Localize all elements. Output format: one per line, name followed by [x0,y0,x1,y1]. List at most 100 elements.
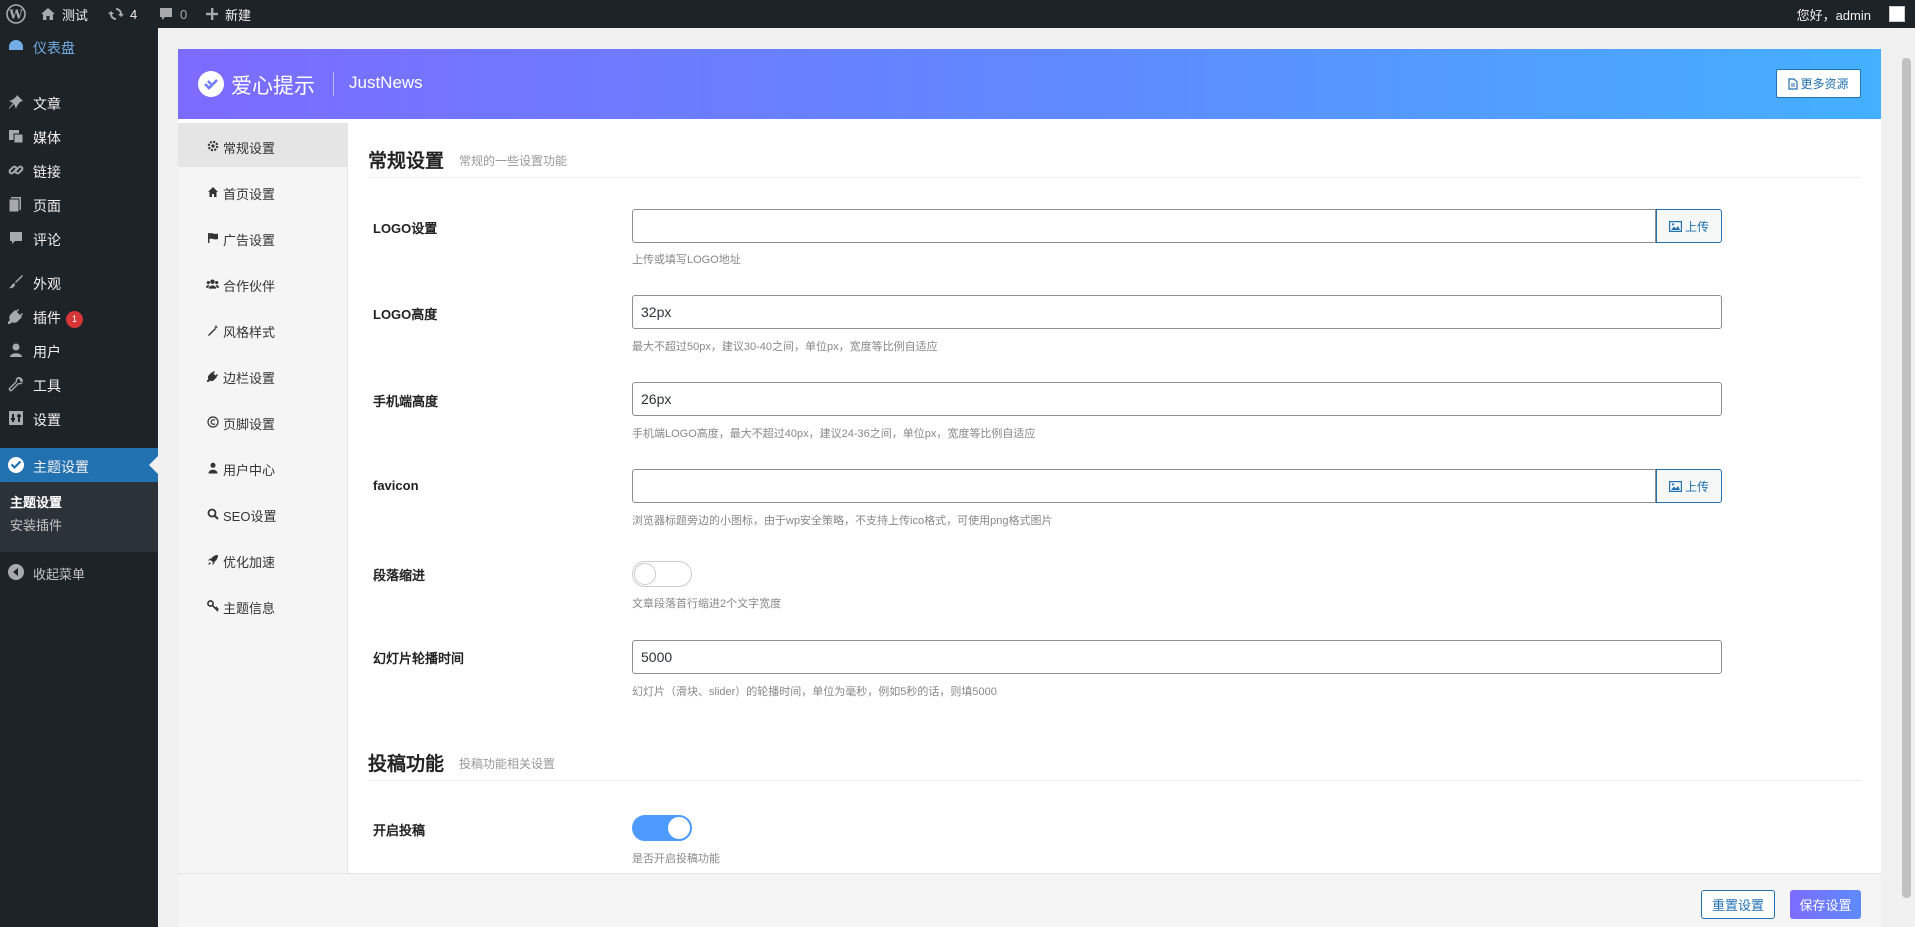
account-link[interactable]: 您好，admin [1797,0,1871,28]
section-divider [368,177,1861,178]
favicon-url-input[interactable] [632,469,1656,503]
enable-contribute-toggle[interactable] [632,815,692,841]
save-settings-button[interactable]: 保存设置 [1790,890,1861,919]
section-desc-contribute: 投稿功能相关设置 [459,757,556,771]
nav-label: 合作伙伴 [223,279,276,294]
collapse-menu-button[interactable]: 收起菜单 [0,555,158,589]
paintbrush-icon [7,273,25,291]
menu-label: 外观 [33,276,61,292]
dashboard-icon [7,37,25,55]
upload-label: 上传 [1684,219,1709,234]
menu-label: 文章 [33,96,61,112]
greeting: 您好，admin [1796,7,1871,23]
menu-item-plugins[interactable]: 插件 1 [0,299,158,333]
logo-upload-button[interactable]: 上传 [1656,209,1722,243]
theme-name: JustNews [349,73,423,92]
new-label: 新建 [225,7,252,23]
nav-ads[interactable]: 广告设置 [178,215,348,259]
menu-item-dashboard[interactable]: 仪表盘 [0,29,158,63]
nav-sidebar[interactable]: 边栏设置 [178,353,348,397]
menu-label: 插件 1 [33,308,83,328]
panel-header: 爱心提示 JustNews 更多资源 [178,49,1881,119]
nav-label: 广告设置 [223,233,276,248]
slider-time-input[interactable] [632,640,1722,674]
menu-item-pages[interactable]: 页面 [0,187,158,221]
home-icon [41,8,55,20]
plugin-icon [7,307,25,325]
scrollbar-thumb[interactable] [1902,58,1911,898]
nav-home[interactable]: 首页设置 [178,169,348,213]
settings-icon [7,409,25,427]
slider-time-label: 幻灯片轮播时间 [373,651,465,666]
image-icon [1668,220,1682,232]
nav-label: 常规设置 [223,141,276,156]
menu-item-tools[interactable]: 工具 [0,367,158,401]
menu-item-media[interactable]: 媒体 [0,119,158,153]
favicon-help: 浏览器标题旁边的小图标，由于wp安全策略，不支持上传ico格式，可使用png格式… [632,515,1053,527]
menu-item-users[interactable]: 用户 [0,333,158,367]
logo-url-input[interactable] [632,209,1656,243]
menu-item-theme-settings[interactable]: 主题设置 [0,448,158,482]
menu-label: 评论 [33,232,61,248]
nav-partners[interactable]: 合作伙伴 [178,261,348,305]
menu-item-links[interactable]: 链接 [0,153,158,187]
menu-label: 媒体 [33,130,61,146]
page-scrollbar[interactable] [1898,28,1915,927]
theme-options-panel: 爱心提示 JustNews 更多资源 常规设置 首页设置 广告设置 合作伙伴 风… [178,49,1881,927]
nav-label: 优化加速 [223,555,276,570]
theme-submenu: 主题设置 安装插件 [0,482,158,552]
key-icon [206,599,219,612]
nav-style[interactable]: 风格样式 [178,307,348,351]
submenu-install-plugins[interactable]: 安装插件 [10,515,62,534]
menu-item-comments[interactable]: 评论 [0,221,158,255]
home-icon [206,185,219,198]
mobile-height-help: 手机端LOGO高度，最大不超过40px，建议24-36之间，单位px，宽度等比例… [632,428,1036,440]
logo-text: 爱心提示 [231,75,315,98]
page-icon [7,195,25,213]
nav-general[interactable]: 常规设置 [178,123,348,167]
nav-optimize[interactable]: 优化加速 [178,537,348,581]
slider-time-help: 幻灯片（滑块、slider）的轮播时间，单位为毫秒，例如5秒的话，则填5000 [632,686,997,698]
nav-footer[interactable]: 页脚设置 [178,399,348,443]
media-icon [7,127,25,145]
new-content-link[interactable]: 新建 [205,0,251,28]
user-icon [7,341,25,359]
indent-toggle[interactable] [632,561,692,587]
comments-link[interactable]: 0 [158,0,187,28]
panel-footer: 重置设置 保存设置 [178,873,1881,927]
updates-link[interactable]: 4 [108,0,137,28]
comment-icon [160,8,172,20]
mobile-height-input[interactable] [632,382,1722,416]
enable-contribute-help: 是否开启投稿功能 [632,853,720,865]
upload-label: 上传 [1684,479,1709,494]
pushpin-icon [7,93,25,111]
more-resources-button[interactable]: 更多资源 [1776,69,1861,98]
nav-seo[interactable]: SEO设置 [178,491,348,535]
theme-logo-icon [198,71,224,97]
nav-label: 首页设置 [223,187,276,202]
submenu-theme-settings[interactable]: 主题设置 [10,492,62,511]
svg-text:W: W [8,8,23,22]
menu-item-settings[interactable]: 设置 [0,401,158,435]
site-name-link[interactable]: 测试 [40,0,88,28]
nav-user-center[interactable]: 用户中心 [178,445,348,489]
menu-item-appearance[interactable]: 外观 [0,265,158,299]
magic-wand-icon [206,323,219,336]
wordpress-logo-icon[interactable]: W [6,0,26,28]
enable-contribute-label: 开启投稿 [373,823,426,838]
updates-count: 4 [130,6,138,22]
favicon-upload-button[interactable]: 上传 [1656,469,1722,503]
nav-theme-info[interactable]: 主题信息 [178,583,348,627]
favicon-label: favicon [373,478,419,493]
plus-icon [206,8,218,20]
comments-count: 0 [180,6,188,22]
menu-label: 用户 [33,344,61,360]
menu-label: 页面 [33,198,61,214]
logo-height-input[interactable] [632,295,1722,329]
section-title-contribute: 投稿功能 [368,754,445,775]
menu-item-posts[interactable]: 文章 [0,85,158,119]
header-divider [333,72,334,96]
reset-settings-button[interactable]: 重置设置 [1701,890,1775,919]
flag-icon [206,231,219,244]
avatar[interactable] [1889,6,1905,22]
